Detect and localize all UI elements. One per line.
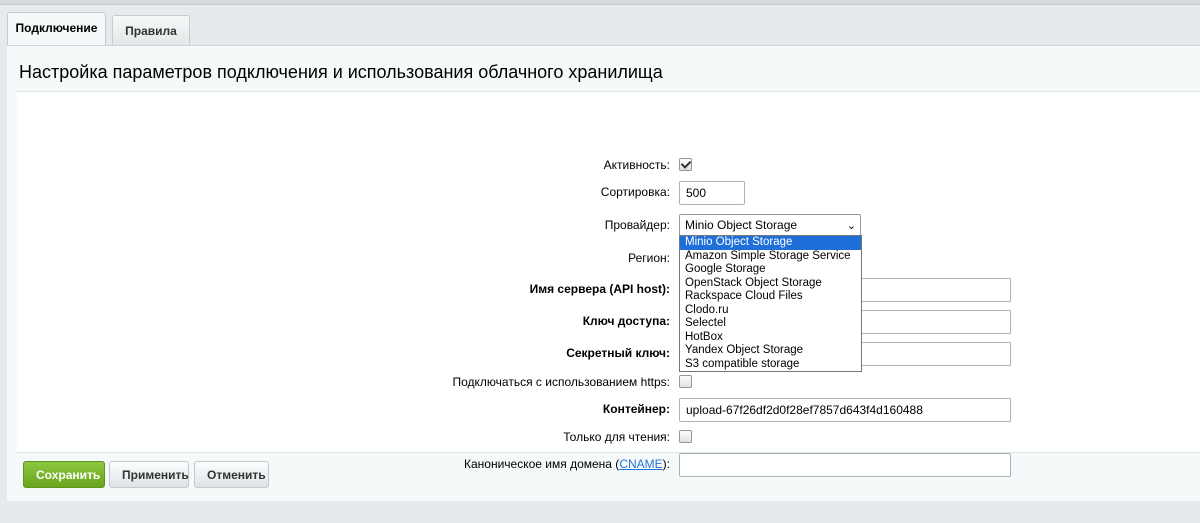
container-input[interactable]: upload-67f26df2d0f28ef7857d643f4d160488 <box>679 398 1011 422</box>
server-label: Имя сервера (API host): <box>529 282 670 296</box>
provider-option[interactable]: Rackspace Cloud Files <box>680 290 861 304</box>
tab-connection[interactable]: Подключение <box>7 12 106 46</box>
https-checkbox[interactable] <box>679 375 692 388</box>
provider-option[interactable]: Yandex Object Storage <box>680 344 861 358</box>
provider-option[interactable]: S3 compatible storage <box>680 358 861 372</box>
apply-button[interactable]: Применить <box>109 461 189 488</box>
container-label: Контейнер: <box>602 402 670 416</box>
cname-label-prefix: Каноническое имя домена ( <box>464 457 620 471</box>
provider-option[interactable]: Selectel <box>680 317 861 331</box>
save-button[interactable]: Сохранить <box>23 461 105 488</box>
row-secret-key: Секретный ключ: <box>17 342 1200 366</box>
row-container: Контейнер: upload-67f26df2d0f28ef7857d64… <box>17 398 1200 422</box>
settings-form: Активность: Сортировка: 500 Провайдер: M… <box>17 91 1200 477</box>
row-region: Регион: <box>17 247 1200 269</box>
chevron-down-icon: ⌄ <box>846 220 856 232</box>
provider-selected-value: Minio Object Storage <box>685 218 798 232</box>
https-label: Подключаться с использованием https: <box>452 375 671 389</box>
active-checkbox[interactable] <box>679 158 692 171</box>
top-border <box>0 0 1200 5</box>
cname-label: Каноническое имя домена (CNAME): <box>464 453 670 475</box>
row-active: Активность: <box>17 154 1200 176</box>
cname-link[interactable]: CNAME <box>619 457 662 471</box>
provider-dropdown-list: Minio Object Storage Amazon Simple Stora… <box>679 235 862 372</box>
cname-label-suffix: ): <box>662 457 670 471</box>
row-server: Имя сервера (API host): <box>17 278 1200 302</box>
secret-key-label: Секретный ключ: <box>566 346 670 360</box>
tab-rules[interactable]: Правила <box>112 15 190 45</box>
cname-input[interactable] <box>679 453 1011 477</box>
sort-label: Сортировка: <box>600 185 670 199</box>
active-label: Активность: <box>603 158 670 172</box>
row-https: Подключаться с использованием https: <box>17 371 1200 393</box>
settings-panel: Настройка параметров подключения и испол… <box>7 45 1200 501</box>
sort-input[interactable]: 500 <box>679 181 745 205</box>
region-label: Регион: <box>628 251 670 265</box>
readonly-label: Только для чтения: <box>563 430 670 444</box>
provider-option[interactable]: OpenStack Object Storage <box>680 277 861 291</box>
provider-option[interactable]: Minio Object Storage <box>680 236 861 250</box>
provider-option[interactable]: Amazon Simple Storage Service <box>680 250 861 264</box>
row-readonly: Только для чтения: <box>17 426 1200 448</box>
cancel-button[interactable]: Отменить <box>194 461 269 488</box>
readonly-checkbox[interactable] <box>679 430 692 443</box>
provider-option[interactable]: Google Storage <box>680 263 861 277</box>
row-sort: Сортировка: 500 <box>17 181 1200 205</box>
provider-label: Провайдер: <box>604 218 670 232</box>
provider-option[interactable]: HotBox <box>680 331 861 345</box>
provider-option[interactable]: Clodo.ru <box>680 304 861 318</box>
row-access-key: Ключ доступа: <box>17 310 1200 334</box>
page-title: Настройка параметров подключения и испол… <box>19 62 663 82</box>
access-key-label: Ключ доступа: <box>582 314 670 328</box>
provider-select[interactable]: Minio Object Storage ⌄ <box>679 214 861 236</box>
row-provider: Провайдер: Minio Object Storage ⌄ <box>17 214 1200 236</box>
